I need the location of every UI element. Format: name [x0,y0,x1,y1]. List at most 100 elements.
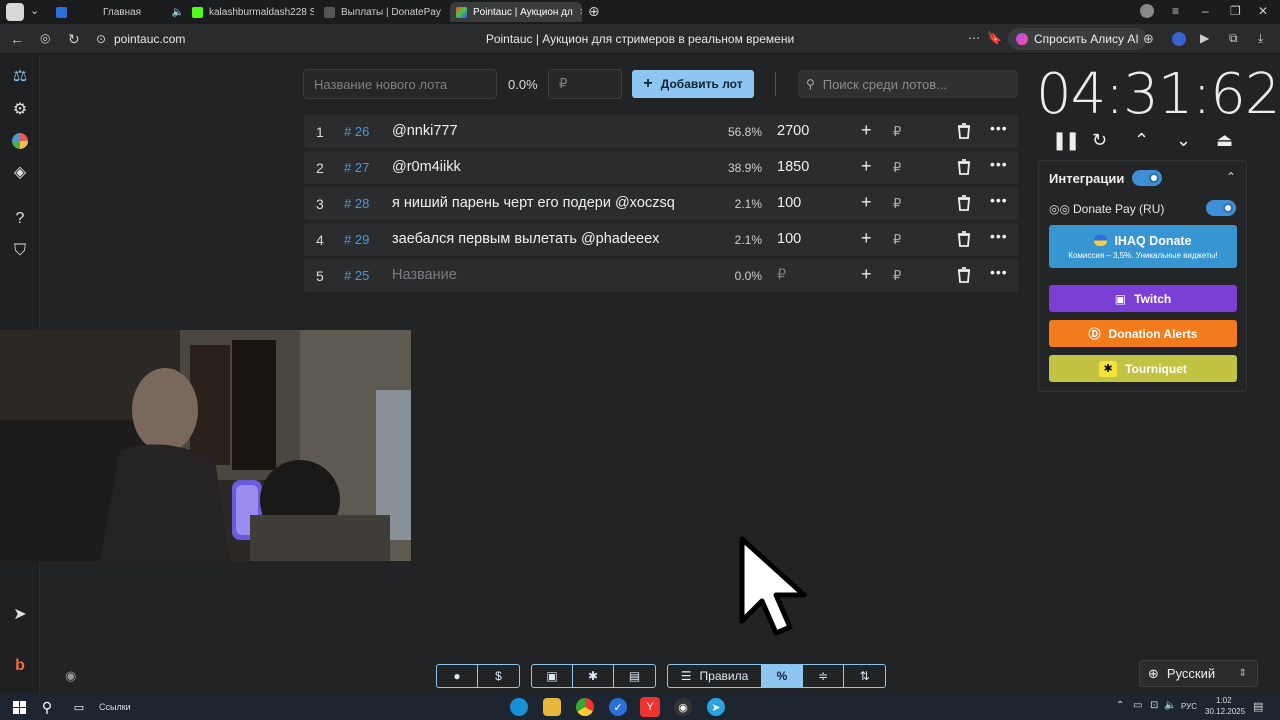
obs-icon[interactable]: ◉ [674,698,692,716]
back-icon[interactable]: ← [10,31,24,47]
lot-amount[interactable]: ₽ [777,267,786,283]
lot-name[interactable]: Название [392,267,457,283]
hide-icon[interactable]: ◉ [65,668,76,684]
percent-toggle-button[interactable]: % [762,665,803,687]
lot-search-input[interactable]: ⚲ Поиск среди лотов... [798,70,1018,98]
github-icon[interactable]: ● [437,665,478,687]
browser-menu-icon[interactable] [6,3,24,21]
more-options-icon[interactable]: ••• [990,228,1008,244]
add-lot-button[interactable]: + Добавить лот [632,70,754,98]
windows-start-icon[interactable] [10,698,28,716]
network-icon[interactable]: ⊡ [1150,700,1158,711]
volume-icon[interactable]: 🔈 [1164,700,1176,711]
profile-icon[interactable] [1140,4,1154,18]
rules-button[interactable]: ☰ Правила [668,665,762,687]
minimize-icon[interactable]: – [1202,4,1209,18]
ruble-icon[interactable]: ₽ [893,160,901,176]
trash-icon[interactable] [957,231,971,250]
telegram-icon[interactable]: ➤ [10,604,30,624]
new-tab-button[interactable]: ⊕ [588,3,600,20]
tab-pointauc[interactable]: Pointauc | Аукцион дл ✕ [450,2,582,22]
url-field[interactable]: pointauc.com [114,32,185,46]
language-select[interactable]: ⊕ Русский ⇕ [1139,660,1258,687]
shield-icon[interactable]: ⛉ [10,241,30,261]
speaker-icon[interactable]: 🔈 [166,7,184,18]
lot-name[interactable]: @nnki777 [392,123,458,139]
tab-home[interactable]: Главная 🔈 [52,2,184,22]
more-options-icon[interactable]: ••• [990,156,1008,172]
telegram-taskbar-icon[interactable]: ➤ [707,698,725,716]
auction-gavel-icon[interactable]: ⚖ [10,66,30,86]
edge-icon[interactable] [510,698,528,716]
ruble-icon[interactable]: ₽ [893,232,901,248]
help-icon[interactable]: ? [10,209,30,229]
extension-icon[interactable] [1172,32,1186,46]
bug-icon[interactable]: ✱ [573,665,614,687]
lot-name[interactable]: @r0m4iikk [392,159,461,175]
compact-view-icon[interactable]: ≑ [803,665,844,687]
folder-icon[interactable] [543,698,561,716]
lot-amount[interactable]: 100 [777,231,801,247]
search-icon[interactable]: ⚲ [38,698,56,716]
restore-icon[interactable]: ❐ [1230,4,1241,18]
site-info-icon[interactable]: ⊙ [96,32,106,46]
collapse-chevron-icon[interactable]: ⌃ [1226,170,1236,184]
ruble-icon[interactable]: ₽ [893,124,901,140]
collections-icon[interactable]: ⧉ [1229,31,1238,46]
notification-center-icon[interactable]: ▤ [1253,700,1263,713]
ruble-icon[interactable]: ₽ [893,268,901,284]
layers-icon[interactable]: ◈ [10,162,30,182]
donatepay-toggle[interactable] [1206,200,1236,216]
tabs-list-icon[interactable]: ⌄ [30,4,39,17]
add-amount-icon[interactable]: + [861,120,872,141]
twitch-button[interactable]: ▣ Twitch [1049,285,1237,312]
ihaq-donate-button[interactable]: IHAQ Donate Комиссия – 3,5%. Уникальные … [1049,225,1237,268]
donation-alerts-button[interactable]: Ⓓ Donation Alerts [1049,320,1237,347]
clear-lots-icon[interactable]: ▤ [614,665,655,687]
trash-icon[interactable] [957,267,971,286]
tab-kick-stream[interactable]: kalashburmaldash228 Stre [188,2,314,22]
trash-icon[interactable] [957,159,971,178]
collapse-icon[interactable]: ⏏ [1216,130,1233,151]
tray-chevron-icon[interactable]: ⌃ [1116,700,1124,711]
clock-date[interactable]: 30.12.2025 [1205,707,1245,716]
wheel-icon[interactable] [10,131,30,151]
add-amount-icon[interactable]: + [861,264,872,285]
input-language[interactable]: РУС [1181,702,1197,711]
add-amount-icon[interactable]: + [861,156,872,177]
yandex-browser-icon[interactable]: Y [640,697,660,717]
lot-amount[interactable]: 100 [777,195,801,211]
integrations-toggle[interactable] [1132,170,1162,186]
tab-donatepay[interactable]: Выплаты | DonatePay [318,2,446,22]
check-app-icon[interactable]: ✓ [609,698,627,716]
lot-name[interactable]: я ниший парень черт его подери @xoczsq [392,195,675,211]
reload-icon[interactable]: ↻ [68,31,80,48]
clock-time[interactable]: 1:02 [1216,696,1232,705]
lot-amount[interactable]: 1850 [777,159,809,175]
downloads-icon[interactable]: ⤓ [1258,31,1263,46]
lot-amount[interactable]: 2700 [777,123,809,139]
trash-icon[interactable] [957,195,971,214]
tourniquet-button[interactable]: ✱ Tourniquet [1049,355,1237,382]
close-window-icon[interactable]: ✕ [1258,4,1268,18]
new-lot-name-input[interactable]: Название нового лота [303,69,497,99]
add-amount-icon[interactable]: + [861,228,872,249]
translate-icon[interactable]: ⊕ [1143,31,1154,47]
close-tab-icon[interactable]: ✕ [573,7,582,18]
protect-icon[interactable]: ◎ [40,31,50,45]
lot-name[interactable]: заебался первым вылетать @phadeeex [392,231,659,247]
notifications-icon[interactable]: ≡ [1172,4,1179,18]
tray-app-icon[interactable]: ▭ [1133,700,1142,711]
new-lot-amount-input[interactable]: ₽ [548,69,622,99]
ruble-icon[interactable]: ₽ [893,196,901,212]
settings-gear-icon[interactable]: ⚙ [10,99,30,119]
sort-icon[interactable]: ⇅ [844,665,885,687]
pause-icon[interactable]: ❚❚ [1052,130,1080,151]
increase-time-icon[interactable]: ⌃ [1134,130,1149,151]
boosty-icon[interactable]: b [10,656,30,676]
links-label[interactable]: Ссылки [99,702,131,712]
donate-dollar-icon[interactable]: $ [478,665,519,687]
ask-alice-button[interactable]: Спросить Алису AI [1008,28,1147,50]
save-icon[interactable]: ▣ [532,665,573,687]
more-options-icon[interactable]: ••• [990,264,1008,280]
